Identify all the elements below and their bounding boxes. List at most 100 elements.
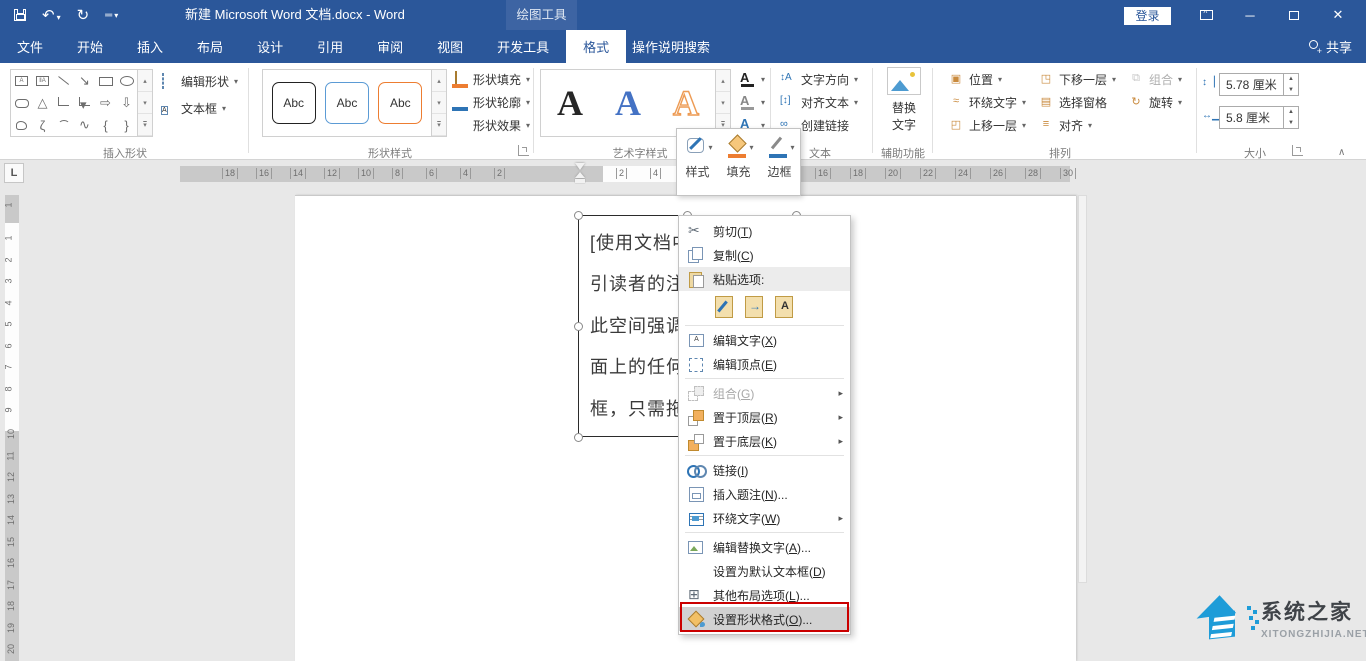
tab-视图[interactable]: 视图 xyxy=(420,30,480,63)
menu-item-其他布局选项L[interactable]: 其他布局选项(L)... xyxy=(679,583,850,607)
mini-样式-button[interactable]: ▾ 样式 xyxy=(677,129,718,195)
save-icon[interactable] xyxy=(14,9,26,21)
tab-设计[interactable]: 设计 xyxy=(240,30,300,63)
shape-width-field[interactable]: 5.8 厘米 ▲ ▼ xyxy=(1219,106,1299,129)
mini-边框-button[interactable]: ▾ 边框 xyxy=(759,129,800,195)
tab-开始[interactable]: 开始 xyxy=(60,30,120,63)
undo-icon[interactable]: ↶ ▾ xyxy=(42,6,61,24)
arrow-se-shape-icon[interactable]: ↘ xyxy=(74,70,95,92)
close-button[interactable]: ✕ xyxy=(1316,0,1360,30)
tab-引用[interactable]: 引用 xyxy=(300,30,360,63)
arrange-位置-button[interactable]: ▣ 位置 ▾ xyxy=(948,71,1002,88)
tab-布局[interactable]: 布局 xyxy=(180,30,240,63)
wordart-preset-1[interactable]: A xyxy=(557,82,583,124)
shape-fill-button[interactable]: 形状填充 ▾ xyxy=(452,70,530,88)
rrect-shape-icon[interactable] xyxy=(11,92,32,114)
menu-item-设置形状格式O[interactable]: 设置形状格式(O)... xyxy=(679,607,850,631)
align-text-button[interactable]: [↕] 对齐文本 ▾ xyxy=(780,94,858,111)
tell-me-search[interactable]: 操作说明搜索 xyxy=(602,30,720,63)
menu-item-编辑替换文字A[interactable]: 编辑替换文字(A)... xyxy=(679,535,850,559)
horizontal-ruler[interactable]: 1816141210864224141618202224262830 xyxy=(180,166,1077,182)
text-fill-button[interactable]: A ▾ xyxy=(740,71,765,87)
vertical-scrollbar[interactable] xyxy=(1078,195,1087,583)
shape-style-scroll[interactable]: ▴ ▾ ▾ xyxy=(432,69,447,137)
vertical-ruler[interactable]: 1123456789101112131415161718192021 xyxy=(4,195,19,661)
menu-item-环绕文字W[interactable]: 环绕文字(W) ▸ xyxy=(679,506,850,530)
height-spinner[interactable]: ▲ ▼ xyxy=(1283,74,1298,95)
arrange-对齐-button[interactable]: ≡ 对齐 ▾ xyxy=(1038,117,1092,134)
selection-handle[interactable] xyxy=(573,321,583,331)
redo-icon[interactable]: ↻ xyxy=(77,6,90,24)
menu-item-编辑顶点E[interactable]: 编辑顶点(E) xyxy=(679,352,850,376)
indent-markers[interactable] xyxy=(574,163,586,187)
sign-in-button[interactable]: 登录 xyxy=(1124,7,1171,25)
shape-style-preset-3[interactable]: Abc xyxy=(378,82,423,124)
selection-handle[interactable] xyxy=(573,432,583,442)
shape-style-preset-1[interactable]: Abc xyxy=(271,82,316,124)
share-button[interactable]: 共享 xyxy=(1306,30,1352,63)
edit-shape-button[interactable]: 编辑形状 ▾ xyxy=(160,72,238,90)
textbox-h-shape-icon[interactable]: A xyxy=(11,70,32,92)
ribbon-display-options-button[interactable] xyxy=(1184,0,1228,30)
tab-审阅[interactable]: 审阅 xyxy=(360,30,420,63)
arrange-旋转-button[interactable]: ↻ 旋转 ▾ xyxy=(1128,94,1182,111)
watermark: 系统之家 XITONGZHIJIA.NET xyxy=(1193,592,1366,644)
menu-item-剪切T[interactable]: 剪切(T) xyxy=(679,219,850,243)
arc-shape-icon[interactable] xyxy=(53,114,74,136)
shape-style-preset-2[interactable]: Abc xyxy=(324,82,369,124)
wordart-scroll[interactable]: ▴ ▾ ▾ xyxy=(716,69,731,137)
scribble-shape-icon[interactable]: ζ xyxy=(32,114,53,136)
triangle-shape-icon[interactable]: △ xyxy=(32,92,53,114)
arrange-环绕文字-button[interactable]: ≈ 环绕文字 ▾ xyxy=(948,94,1026,111)
shape-effects-button[interactable]: 形状效果 ▾ xyxy=(452,117,530,134)
customize-qat-icon[interactable]: ═ ▾ xyxy=(105,10,118,21)
menu-item-置于顶层R[interactable]: 置于顶层(R) ▸ xyxy=(679,405,850,429)
arrange-上移一层-button[interactable]: ◰ 上移一层 ▾ xyxy=(948,117,1026,134)
elbow-arrow-shape-icon[interactable]: ▾ xyxy=(74,92,95,114)
menu-item-设置为默认文本框D[interactable]: 设置为默认文本框(D) xyxy=(679,559,850,583)
paste-option-keep-text-only-icon[interactable] xyxy=(773,296,797,318)
menu-item-链接I[interactable]: 链接(I) xyxy=(679,458,850,482)
shape-outline-button[interactable]: 形状轮廓 ▾ xyxy=(452,94,530,111)
brace-left-shape-icon[interactable]: { xyxy=(95,114,116,136)
brace-right-shape-icon[interactable]: } xyxy=(116,114,137,136)
text-box-button[interactable]: A 文本框 ▾ xyxy=(160,100,226,117)
wordart-preset-3[interactable]: A xyxy=(672,82,699,124)
freeform-shape-icon[interactable] xyxy=(11,114,32,136)
paste-option-keep-source-formatting-icon[interactable] xyxy=(713,296,737,318)
menu-item-置于底层K[interactable]: 置于底层(K) ▸ xyxy=(679,429,850,453)
arrange-选择窗格-button[interactable]: ▤ 选择窗格 xyxy=(1038,94,1107,111)
shape-height-field[interactable]: 5.78 厘米 ▲ ▼ xyxy=(1219,73,1299,96)
paste-icon xyxy=(687,270,705,288)
menu-item-复制C[interactable]: 复制(C) xyxy=(679,243,850,267)
width-spinner[interactable]: ▲ ▼ xyxy=(1283,107,1298,128)
paste-option-merge-formatting-icon[interactable] xyxy=(743,296,767,318)
tab-开发工具[interactable]: 开发工具 xyxy=(480,30,566,63)
menu-item-插入题注N[interactable]: 插入题注(N)... xyxy=(679,482,850,506)
tab-文件[interactable]: 文件 xyxy=(0,30,60,63)
minimize-button[interactable]: ─ xyxy=(1228,0,1272,30)
arrange-下移一层-button[interactable]: ◳ 下移一层 ▾ xyxy=(1038,71,1116,88)
shape-gallery-scroll[interactable]: ▴ ▾ ▾ xyxy=(138,69,153,137)
text-outline-button[interactable]: A ▾ xyxy=(740,94,765,110)
restore-button[interactable] xyxy=(1272,0,1316,30)
curve-shape-icon[interactable]: ∿ xyxy=(74,114,95,136)
alt-text-button[interactable]: 替换 文字 xyxy=(878,67,930,143)
collapse-ribbon-icon[interactable]: ∧ xyxy=(1338,147,1345,158)
shape-styles-dialog-launcher-icon[interactable] xyxy=(518,145,529,156)
line-shape-icon[interactable] xyxy=(53,70,74,92)
arrow-right-shape-icon[interactable]: ⇨ xyxy=(95,92,116,114)
textbox-v-shape-icon[interactable]: ‖A xyxy=(32,70,53,92)
tab-stop-selector[interactable]: L xyxy=(4,163,24,183)
selection-handle[interactable] xyxy=(573,210,583,220)
text-direction-button[interactable]: ↕A 文字方向 ▾ xyxy=(780,71,858,88)
arrow-down-shape-icon[interactable]: ⇩ xyxy=(116,92,137,114)
tab-插入[interactable]: 插入 xyxy=(120,30,180,63)
wordart-preset-2[interactable]: A xyxy=(615,82,641,124)
oval-shape-icon[interactable] xyxy=(116,70,137,92)
mini-填充-button[interactable]: ▾ 填充 xyxy=(718,129,759,195)
size-dialog-launcher-icon[interactable] xyxy=(1292,145,1303,156)
elbow-shape-icon[interactable] xyxy=(53,92,74,114)
rect-shape-icon[interactable] xyxy=(95,70,116,92)
menu-item-编辑文字X[interactable]: 编辑文字(X) xyxy=(679,328,850,352)
